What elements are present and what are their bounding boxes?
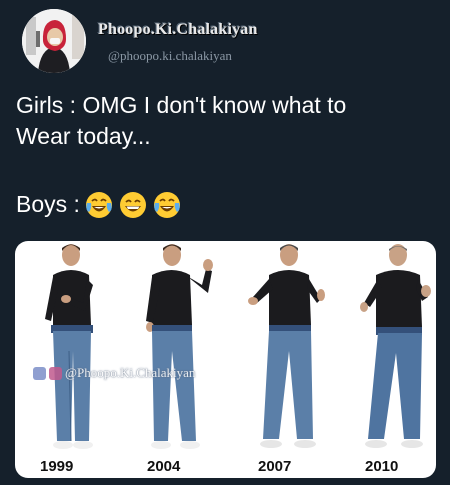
tweet-card: Phoopo.Ki.Chalakiyan @phoopo.ki.chalakiy… xyxy=(0,0,450,485)
tweet-text-line-1: Girls : OMG I don't know what to xyxy=(16,92,347,118)
year-label-2004: 2004 xyxy=(147,458,181,475)
face-with-tears-of-joy-icon xyxy=(153,191,180,218)
avatar[interactable] xyxy=(22,9,86,73)
face-with-tears-of-joy-icon xyxy=(85,191,112,218)
tweet-text-line-2: Wear today... xyxy=(16,123,151,149)
figure-2007 xyxy=(248,244,325,448)
attached-image[interactable]: @Phoopo.Ki.Chalakiyan 1999 2004 2007 201… xyxy=(15,241,436,478)
author-handle[interactable]: @phoopo.ki.chalakiyan xyxy=(108,48,232,64)
figure-2004 xyxy=(146,244,213,449)
year-label-2010: 2010 xyxy=(365,458,399,475)
author-name[interactable]: Phoopo.Ki.Chalakiyan xyxy=(98,21,258,39)
year-label-1999: 1999 xyxy=(40,458,74,475)
tweet-text: Girls : OMG I don't know what to Wear to… xyxy=(16,90,346,152)
avatar-image xyxy=(22,9,86,73)
instagram-icon xyxy=(49,366,62,380)
boys-label: Boys : xyxy=(16,191,80,217)
figure-2010 xyxy=(360,244,431,448)
grinning-face-icon xyxy=(119,191,146,218)
image-watermark: @Phoopo.Ki.Chalakiyan xyxy=(33,365,195,381)
watermark-text: @Phoopo.Ki.Chalakiyan xyxy=(65,365,196,380)
figure-1999 xyxy=(45,244,93,449)
year-label-2007: 2007 xyxy=(258,458,292,475)
tweet-text-boys-line: Boys : xyxy=(16,189,182,220)
facebook-icon xyxy=(33,366,46,380)
